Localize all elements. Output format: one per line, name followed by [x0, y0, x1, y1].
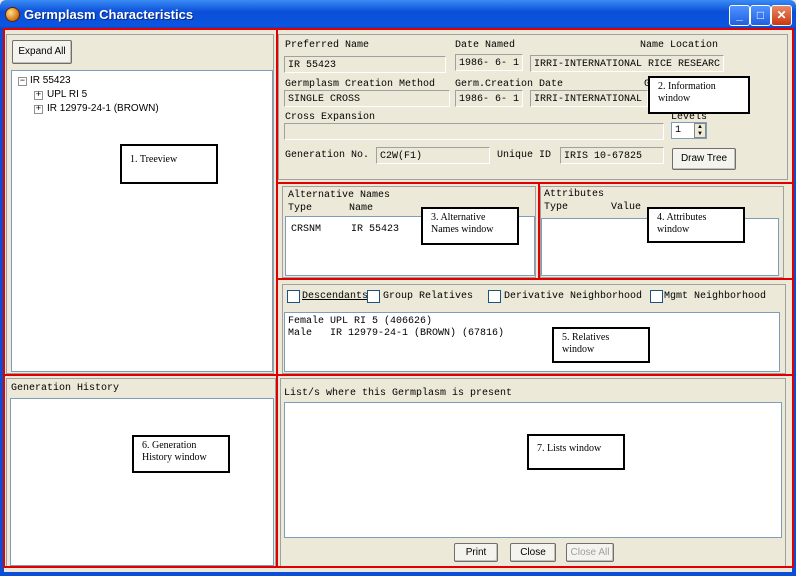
descendants-label[interactable]: Descendants [302, 291, 368, 302]
callout-information: 2. Information window [648, 76, 750, 114]
derivative-neighborhood-label[interactable]: Derivative Neighborhood [504, 291, 642, 302]
callout-text: Names window [431, 224, 494, 235]
expand-all-button[interactable]: Expand All [12, 40, 72, 64]
relative-female[interactable]: Female UPL RI 5 (406626) [288, 316, 432, 327]
creation-date-field[interactable]: 1986- 6- 1 [455, 90, 523, 107]
preferred-name-label: Preferred Name [285, 40, 370, 51]
window-frame-right [792, 30, 796, 576]
name-location-field[interactable]: IRRI-INTERNATIONAL RICE RESEARC [530, 55, 724, 72]
callout-text: 3. Alternative [431, 212, 486, 223]
name-location-label: Name Location [640, 40, 719, 51]
print-button[interactable]: Print [454, 543, 498, 562]
callout-text: window [658, 93, 691, 104]
window-frame-left [0, 30, 4, 576]
attributes-title: Attributes [544, 189, 605, 200]
callout-relatives: 5. Relatives window [552, 327, 650, 363]
generation-no-label: Generation No. [285, 150, 370, 161]
alt-names-type-header: Type [288, 203, 313, 214]
callout-text: 2. Information [658, 81, 716, 92]
expand-icon[interactable]: + [34, 91, 43, 100]
preferred-name-field[interactable]: IR 55423 [284, 56, 446, 73]
callout-text: History window [142, 452, 207, 463]
creation-method-label: Germplasm Creation Method [285, 79, 436, 90]
tree-node-female[interactable]: UPL RI 5 [47, 89, 87, 100]
date-named-label: Date Named [455, 40, 516, 51]
relative-male[interactable]: Male IR 12979-24-1 (BROWN) (67816) [288, 328, 504, 339]
date-named-field[interactable]: 1986- 6- 1 [455, 54, 523, 71]
mgmt-neighborhood-checkbox[interactable] [650, 290, 663, 303]
draw-tree-button[interactable]: Draw Tree [672, 148, 736, 170]
cross-expansion-label: Cross Expansion [285, 112, 376, 123]
attributes-value-header: Value [611, 202, 642, 213]
checkbox-icon[interactable] [650, 290, 663, 303]
generation-history-title: Generation History [11, 383, 120, 394]
generation-history-list[interactable] [10, 398, 274, 566]
alternative-names-title: Alternative Names [288, 190, 391, 201]
derivative-neighborhood-checkbox[interactable] [488, 290, 501, 303]
tree-node-male[interactable]: IR 12979-24-1 (BROWN) [47, 103, 159, 114]
levels-value: 1 [675, 125, 682, 136]
spinner-arrows-icon[interactable]: ▲ ▼ [694, 123, 706, 138]
close-all-button[interactable]: Close All [566, 543, 614, 562]
close-window-button[interactable]: ✕ [771, 5, 792, 26]
callout-text: 1. Treeview [130, 154, 178, 165]
callout-text: 7. Lists window [537, 443, 602, 454]
callout-text: 4. Attributes [657, 212, 707, 223]
window-title: Germplasm Characteristics [24, 7, 194, 22]
callout-lists: 7. Lists window [527, 434, 625, 470]
checkbox-icon[interactable] [367, 290, 380, 303]
callout-generation-history: 6. Generation History window [132, 435, 230, 473]
mgmt-neighborhood-label[interactable]: Mgmt Neighborhood [664, 291, 766, 302]
maximize-button[interactable]: □ [750, 5, 771, 26]
callout-text: window [657, 224, 690, 235]
app-icon [5, 7, 20, 22]
checkbox-icon[interactable] [488, 290, 501, 303]
attributes-type-header: Type [544, 202, 569, 213]
expand-icon[interactable]: + [34, 105, 43, 114]
callout-alternative-names: 3. Alternative Names window [421, 207, 519, 245]
alt-names-name-header: Name [349, 203, 374, 214]
lists-title: List/s where this Germplasm is present [284, 388, 513, 399]
callout-text: window [562, 344, 595, 355]
lists-list[interactable] [284, 402, 782, 538]
callout-text: 6. Generation [142, 440, 197, 451]
checkbox-icon[interactable] [287, 290, 300, 303]
close-button[interactable]: Close [510, 543, 556, 562]
tree-node-root[interactable]: IR 55423 [30, 75, 71, 86]
descendants-checkbox[interactable] [287, 290, 300, 303]
unique-id-field[interactable]: IRIS 10-67825 [560, 147, 664, 164]
window-frame-bottom [0, 572, 796, 576]
alt-name-name-cell[interactable]: IR 55423 [351, 224, 399, 235]
unique-id-label: Unique ID [497, 150, 552, 161]
callout-attributes: 4. Attributes window [647, 207, 745, 243]
creation-method-field[interactable]: SINGLE CROSS [284, 90, 450, 107]
creation-date-label: Germ.Creation Date [455, 79, 564, 90]
alt-name-type-cell[interactable]: CRSNM [291, 224, 321, 235]
collapse-icon[interactable]: − [18, 77, 27, 86]
generation-no-field[interactable]: C2W(F1) [376, 147, 490, 164]
cross-expansion-field[interactable] [284, 123, 664, 140]
creation-location-field[interactable]: IRRI-INTERNATIONAL [530, 90, 648, 107]
treeview[interactable] [11, 70, 273, 372]
group-relatives-label[interactable]: Group Relatives [383, 291, 473, 302]
callout-text: 5. Relatives [562, 332, 610, 343]
callout-treeview: 1. Treeview [120, 144, 218, 184]
minimize-button[interactable]: _ [729, 5, 750, 26]
group-relatives-checkbox[interactable] [367, 290, 380, 303]
